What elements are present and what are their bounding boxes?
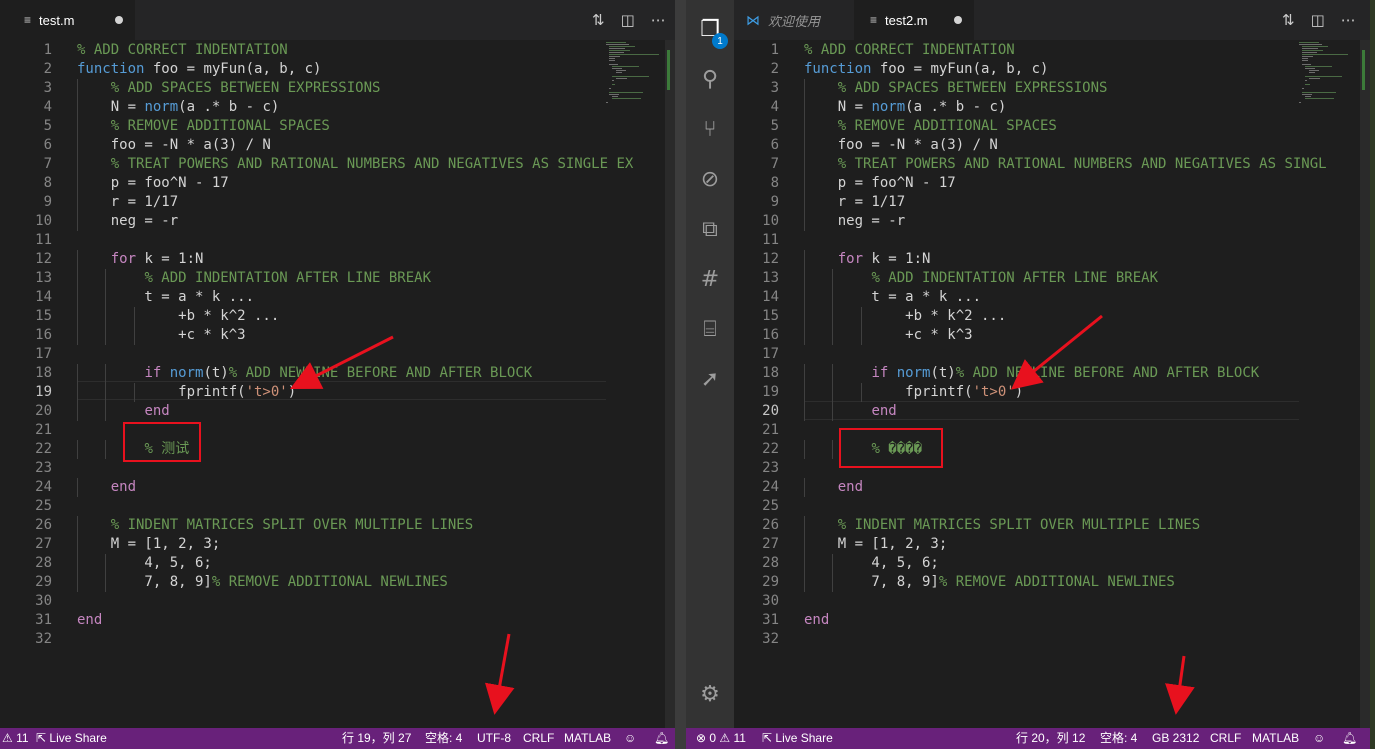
annotation-arrow-left-encoding (484, 633, 515, 715)
annotation-arrow-left-code (289, 335, 394, 390)
annotation-arrow-right-code (1011, 314, 1103, 390)
annotation-arrows (289, 314, 1195, 715)
annotation-arrow-right-encoding (1165, 655, 1195, 715)
